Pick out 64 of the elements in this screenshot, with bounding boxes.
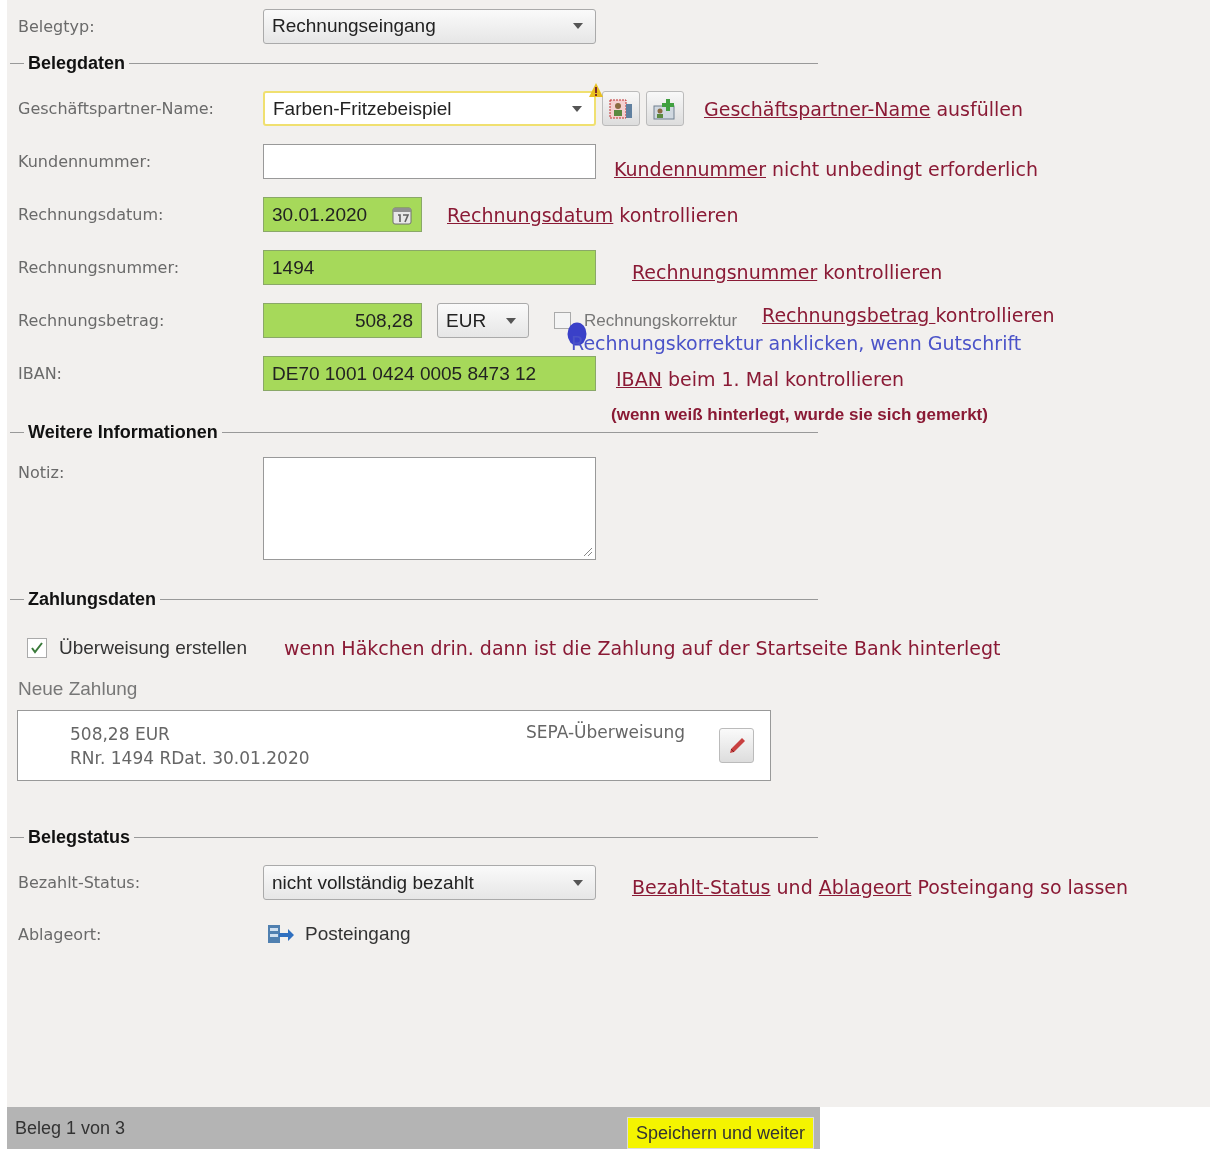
underlined-term: Kundennummer xyxy=(614,157,766,180)
warning-icon xyxy=(588,82,604,98)
annotation-text: (wenn weiß hinterlegt, wurde sie sich gemerkt) xyxy=(611,405,988,425)
transfer-checkbox[interactable] xyxy=(27,638,47,658)
resize-grip-icon xyxy=(581,545,593,557)
currency-dropdown[interactable]: EUR xyxy=(437,303,529,338)
field-label: Ablageort: xyxy=(17,924,103,944)
edit-button[interactable] xyxy=(719,728,754,763)
caret-icon xyxy=(573,879,583,886)
annotation-text: Rechnungsbetrag kontrollieren xyxy=(762,304,1055,326)
payment-status-dropdown[interactable]: nicht vollständig bezahlt xyxy=(263,865,596,900)
note-textarea[interactable] xyxy=(263,457,596,560)
amount-field[interactable]: 508,28 xyxy=(263,303,422,338)
checkbox-label: Überweisung erstellen xyxy=(59,637,247,659)
payment-reference: RNr. 1494 RDat. 30.01.2020 xyxy=(70,747,311,768)
annotation-text: Rechnungsdatum kontrollieren xyxy=(447,203,739,226)
field-label: Rechnungsnummer: xyxy=(17,258,181,277)
type-dropdown[interactable]: Rechnungseingang xyxy=(263,8,596,44)
section-title: Belegstatus xyxy=(27,826,132,848)
payment-heading: Neue Zahlung xyxy=(18,678,139,700)
underlined-term: Rechnungsbetrag xyxy=(762,304,931,326)
iban-field[interactable]: DE70 1001 0424 0005 8473 12 xyxy=(263,356,596,391)
field-label: Bezahlt-Status: xyxy=(17,873,142,892)
invoice-number-field[interactable]: 1494 xyxy=(263,250,596,285)
contact-card-button[interactable] xyxy=(602,91,640,126)
inbox-arrow-icon xyxy=(267,923,295,945)
field-label: IBAN: xyxy=(17,364,63,383)
section-title: Weitere Informationen xyxy=(27,421,219,443)
annotation-text: Geschäftspartner-Name ausfüllen xyxy=(704,97,1023,120)
payment-amount: 508,28 EUR xyxy=(70,723,171,744)
underlined-term: IBAN xyxy=(616,368,662,390)
caret-icon xyxy=(573,23,583,29)
underlined-term: Geschäftspartner-Name xyxy=(704,97,931,120)
checkbox-label: Rechnungskorrektur xyxy=(584,310,738,331)
storage-location: Posteingang xyxy=(305,923,411,945)
add-contact-icon xyxy=(653,97,677,120)
contact-card-icon xyxy=(609,97,633,120)
underlined-term: Bezahlt-Status xyxy=(632,875,771,898)
payment-type: SEPA-Überweisung xyxy=(525,722,685,742)
document-counter: Beleg 1 von 3 xyxy=(15,1117,126,1139)
partner-dropdown[interactable]: Farben-Fritzebeispiel xyxy=(263,91,596,126)
annotation-text: IBAN beim 1. Mal kontrollieren xyxy=(616,368,905,390)
field-label: Rechnungsdatum: xyxy=(17,205,165,224)
field-label: Geschäftspartner-Name: xyxy=(17,99,215,118)
caret-icon xyxy=(506,317,516,324)
field-label: Notiz: xyxy=(17,462,66,482)
underlined-term: Rechnungsnummer xyxy=(632,260,818,283)
annotation-text: Bezahlt-Status und Ablageort Posteingang so lassen xyxy=(632,875,1129,898)
underlined-term: Ablageort xyxy=(818,875,912,898)
date-field[interactable]: 30.01.2020 xyxy=(263,197,422,232)
section-title: Belegdaten xyxy=(27,52,127,74)
section-title: Zahlungsdaten xyxy=(27,588,157,610)
add-contact-button[interactable] xyxy=(646,91,684,126)
customer-number-field[interactable] xyxy=(263,144,596,179)
field-label: Belegtyp: xyxy=(17,16,96,36)
annotation-text: Rechnungsnummer kontrollieren xyxy=(632,260,943,283)
annotation-text: Kundennummer nicht unbedingt erforderlich xyxy=(614,157,1038,180)
field-label: Kundennummer: xyxy=(17,152,153,171)
underlined-term: Rechnungsdatum xyxy=(447,203,614,226)
field-label: Rechnungsbetrag: xyxy=(17,311,166,330)
save-and-next-button[interactable]: Speichern und weiter xyxy=(626,1117,814,1149)
annotation-text: wenn Häkchen drin. dann ist die Zahlung auf der Startseite Bank hinterlegt xyxy=(284,637,1001,659)
correction-checkbox[interactable] xyxy=(554,312,571,329)
caret-icon xyxy=(572,105,582,112)
